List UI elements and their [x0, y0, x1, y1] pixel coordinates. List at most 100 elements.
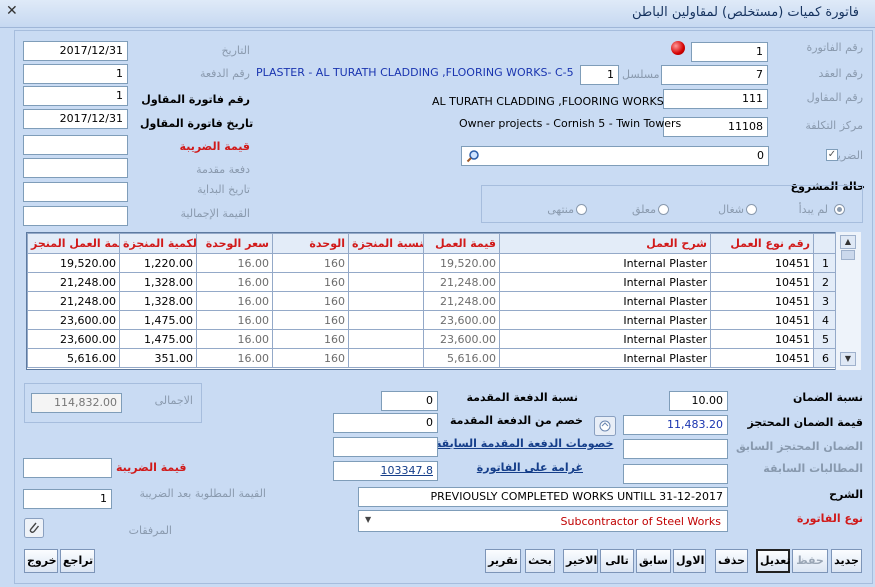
col-header[interactable]: رقم نوع العمل [710, 233, 814, 254]
contractor-invoice-no-field[interactable]: 1 [23, 86, 128, 106]
contract-no-field[interactable]: 7 [661, 65, 768, 85]
advance-deduct-field[interactable]: 0 [333, 413, 438, 433]
cell-done-value[interactable]: 5,616.00 [27, 348, 120, 368]
cell-qty-done[interactable]: 351.00 [119, 348, 197, 368]
cell-qty-done[interactable]: 1,220.00 [119, 253, 197, 273]
cell-unit-price[interactable]: 16.00 [196, 291, 273, 311]
cell-work-type[interactable]: 10451 [710, 291, 814, 311]
col-header[interactable]: الوحدة [272, 233, 349, 254]
table-row[interactable]: 21,248.00 1,328.00 16.00 160 21,248.00 I… [27, 272, 838, 292]
cell-work-value[interactable]: 23,600.00 [423, 329, 500, 349]
cell-work-type[interactable]: 10451 [710, 272, 814, 292]
scroll-up-icon[interactable]: ▲ [840, 235, 856, 249]
grid-scrollbar[interactable]: ▲ ▼ [835, 232, 861, 370]
cell-unit[interactable]: 160 [272, 272, 349, 292]
cell-work-type[interactable]: 10451 [710, 310, 814, 330]
radio-suspended[interactable] [658, 204, 669, 215]
delete-button[interactable]: حذف [715, 549, 748, 573]
col-header[interactable]: قيمة العمل [423, 233, 500, 254]
cell-description[interactable]: Internal Plaster [499, 329, 711, 349]
table-row[interactable]: 21,248.00 1,328.00 16.00 160 21,248.00 I… [27, 291, 838, 311]
cell-description[interactable]: Internal Plaster [499, 253, 711, 273]
col-header[interactable]: الكمية المنجزة [119, 233, 197, 254]
guarantee-pct-field[interactable]: 10.00 [669, 391, 728, 411]
radio-finished[interactable] [576, 204, 587, 215]
radio-not-started[interactable] [834, 204, 845, 215]
row-number[interactable]: 4 [813, 310, 838, 330]
search-icon[interactable] [466, 149, 480, 163]
prev-claims-field[interactable] [623, 464, 728, 484]
cell-work-type[interactable]: 10451 [710, 348, 814, 368]
total-value-field[interactable] [23, 206, 128, 226]
paperclip-icon[interactable] [24, 518, 44, 538]
cell-done-value[interactable]: 21,248.00 [27, 272, 120, 292]
cell-work-value[interactable]: 21,248.00 [423, 272, 500, 292]
report-button[interactable]: تقرير [485, 549, 521, 573]
payment-no-field[interactable]: 1 [23, 64, 128, 84]
table-row[interactable]: 19,520.00 1,220.00 16.00 160 19,520.00 I… [27, 253, 838, 273]
row-number[interactable]: 1 [813, 253, 838, 273]
tax-value-field-top[interactable] [23, 135, 128, 155]
col-header[interactable]: سعر الوحدة [196, 233, 273, 254]
cell-done-value[interactable]: 19,520.00 [27, 253, 120, 273]
status-option-suspended[interactable]: معلق [610, 203, 670, 217]
cell-work-type[interactable]: 10451 [710, 329, 814, 349]
cell-percent-done[interactable] [348, 348, 424, 368]
cell-unit-price[interactable]: 16.00 [196, 272, 273, 292]
cell-unit[interactable]: 160 [272, 291, 349, 311]
new-button[interactable]: جديد [831, 549, 862, 573]
prev-button[interactable]: سابق [636, 549, 671, 573]
contractor-invoice-date-field[interactable]: 2017/12/31 [23, 109, 128, 129]
last-button[interactable]: الاخير [563, 549, 598, 573]
cell-description[interactable]: Internal Plaster [499, 310, 711, 330]
col-header[interactable]: النسبة المنجزة [348, 233, 424, 254]
table-row[interactable]: 23,600.00 1,475.00 16.00 160 23,600.00 I… [27, 310, 838, 330]
cell-work-value[interactable]: 21,248.00 [423, 291, 500, 311]
cell-done-value[interactable]: 23,600.00 [27, 310, 120, 330]
row-number[interactable]: 5 [813, 329, 838, 349]
tax-checkbox[interactable]: ✓ [826, 149, 838, 161]
cell-unit[interactable]: 160 [272, 253, 349, 273]
col-header[interactable]: شرح العمل [499, 233, 711, 254]
invoice-penalty-link[interactable]: غرامة على الفاتورة [470, 461, 583, 474]
cell-percent-done[interactable] [348, 253, 424, 273]
radio-working[interactable] [746, 204, 757, 215]
date-field[interactable]: 2017/12/31 [23, 41, 128, 61]
status-option-finished[interactable]: منتهى [520, 203, 587, 217]
start-date-field[interactable] [23, 182, 128, 202]
cell-description[interactable]: Internal Plaster [499, 348, 711, 368]
cell-percent-done[interactable] [348, 310, 424, 330]
search-button[interactable]: بحث [525, 549, 555, 573]
invoice-penalty-field[interactable]: 103347.8 [333, 461, 438, 481]
next-button[interactable]: تالى [600, 549, 634, 573]
row-number[interactable]: 3 [813, 291, 838, 311]
description-field[interactable]: PREVIOUSLY COMPLETED WORKS UNTILL 31-12-… [358, 487, 728, 507]
contractor-no-field[interactable]: 111 [663, 89, 768, 109]
cell-unit-price[interactable]: 16.00 [196, 329, 273, 349]
save-button[interactable]: حفظ [792, 549, 828, 573]
table-row[interactable]: 5,616.00 351.00 16.00 160 5,616.00 Inter… [27, 348, 838, 368]
cell-description[interactable]: Internal Plaster [499, 291, 711, 311]
prev-guarantee-field[interactable] [623, 439, 728, 459]
cell-unit-price[interactable]: 16.00 [196, 310, 273, 330]
serial-field[interactable]: 1 [580, 65, 619, 85]
calculator-icon[interactable] [594, 416, 616, 436]
status-option-working[interactable]: شغال [690, 203, 757, 217]
prev-advance-deduct-link[interactable]: خصومات الدفعة المقدمة السابقة [435, 437, 613, 450]
exit-button[interactable]: خروج [24, 549, 58, 573]
advance-payment-field[interactable] [23, 158, 128, 178]
cell-work-value[interactable]: 23,600.00 [423, 310, 500, 330]
undo-button[interactable]: تراجع [60, 549, 95, 573]
cell-work-value[interactable]: 5,616.00 [423, 348, 500, 368]
cell-done-value[interactable]: 21,248.00 [27, 291, 120, 311]
invoice-type-dropdown[interactable]: ▼ Subcontractor of Steel Works [358, 510, 728, 532]
prev-advance-deduct-field[interactable] [333, 437, 438, 457]
advance-pct-field[interactable]: 0 [381, 391, 438, 411]
value-after-tax-field[interactable]: 1 [23, 489, 112, 509]
cell-description[interactable]: Internal Plaster [499, 272, 711, 292]
scroll-down-icon[interactable]: ▼ [840, 352, 856, 366]
cell-work-value[interactable]: 19,520.00 [423, 253, 500, 273]
cell-qty-done[interactable]: 1,328.00 [119, 291, 197, 311]
cell-unit[interactable]: 160 [272, 310, 349, 330]
cell-qty-done[interactable]: 1,328.00 [119, 272, 197, 292]
